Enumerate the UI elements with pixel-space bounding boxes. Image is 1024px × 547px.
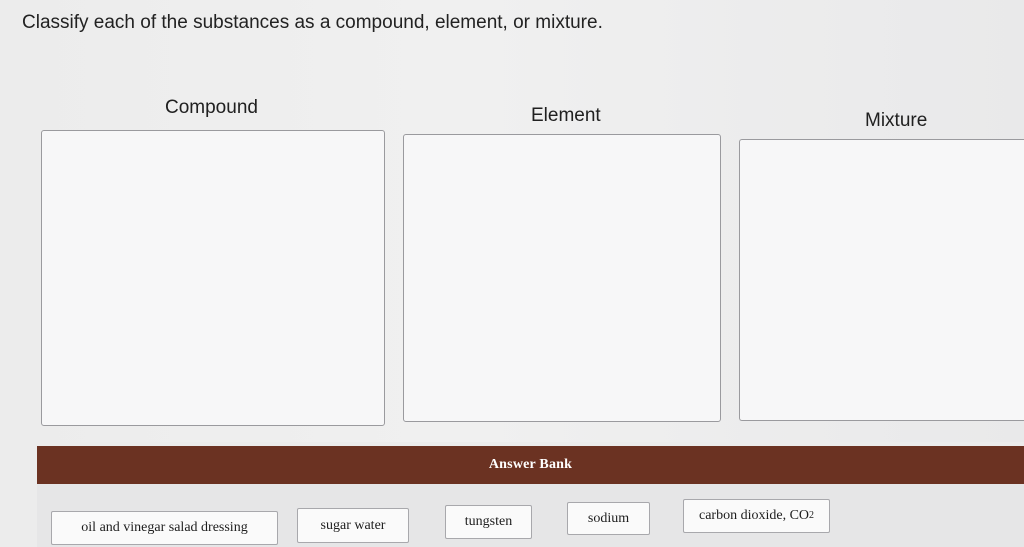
answer-chip-tungsten[interactable]: tungsten [445,505,532,539]
answer-chip-sugar-water[interactable]: sugar water [297,508,409,543]
category-title-mixture: Mixture [865,110,928,131]
answer-chip-carbon-dioxide[interactable]: carbon dioxide, CO 2 [683,499,830,533]
answer-chip-label: tungsten [464,514,513,529]
answer-chip-label: oil and vinegar salad dressing [81,520,248,535]
answer-chip-sodium[interactable]: sodium [567,502,650,535]
answer-bank-header: Answer Bank [37,446,1024,484]
answer-bank-title: Answer Bank [488,457,573,472]
answer-chip-label: carbon dioxide, CO [698,508,810,523]
question-instruction: Classify each of the substances as a com… [22,12,603,33]
category-title-compound: Compound [165,97,258,118]
drop-zone-element[interactable] [403,134,721,422]
category-title-element: Element [531,105,601,126]
drop-zone-mixture[interactable] [739,139,1024,421]
answer-chip-oil-and-vinegar[interactable]: oil and vinegar salad dressing [51,511,278,545]
answer-chip-label: sodium [587,510,630,526]
answer-chip-label: sugar water [320,517,386,533]
drop-zone-compound[interactable] [41,130,385,426]
